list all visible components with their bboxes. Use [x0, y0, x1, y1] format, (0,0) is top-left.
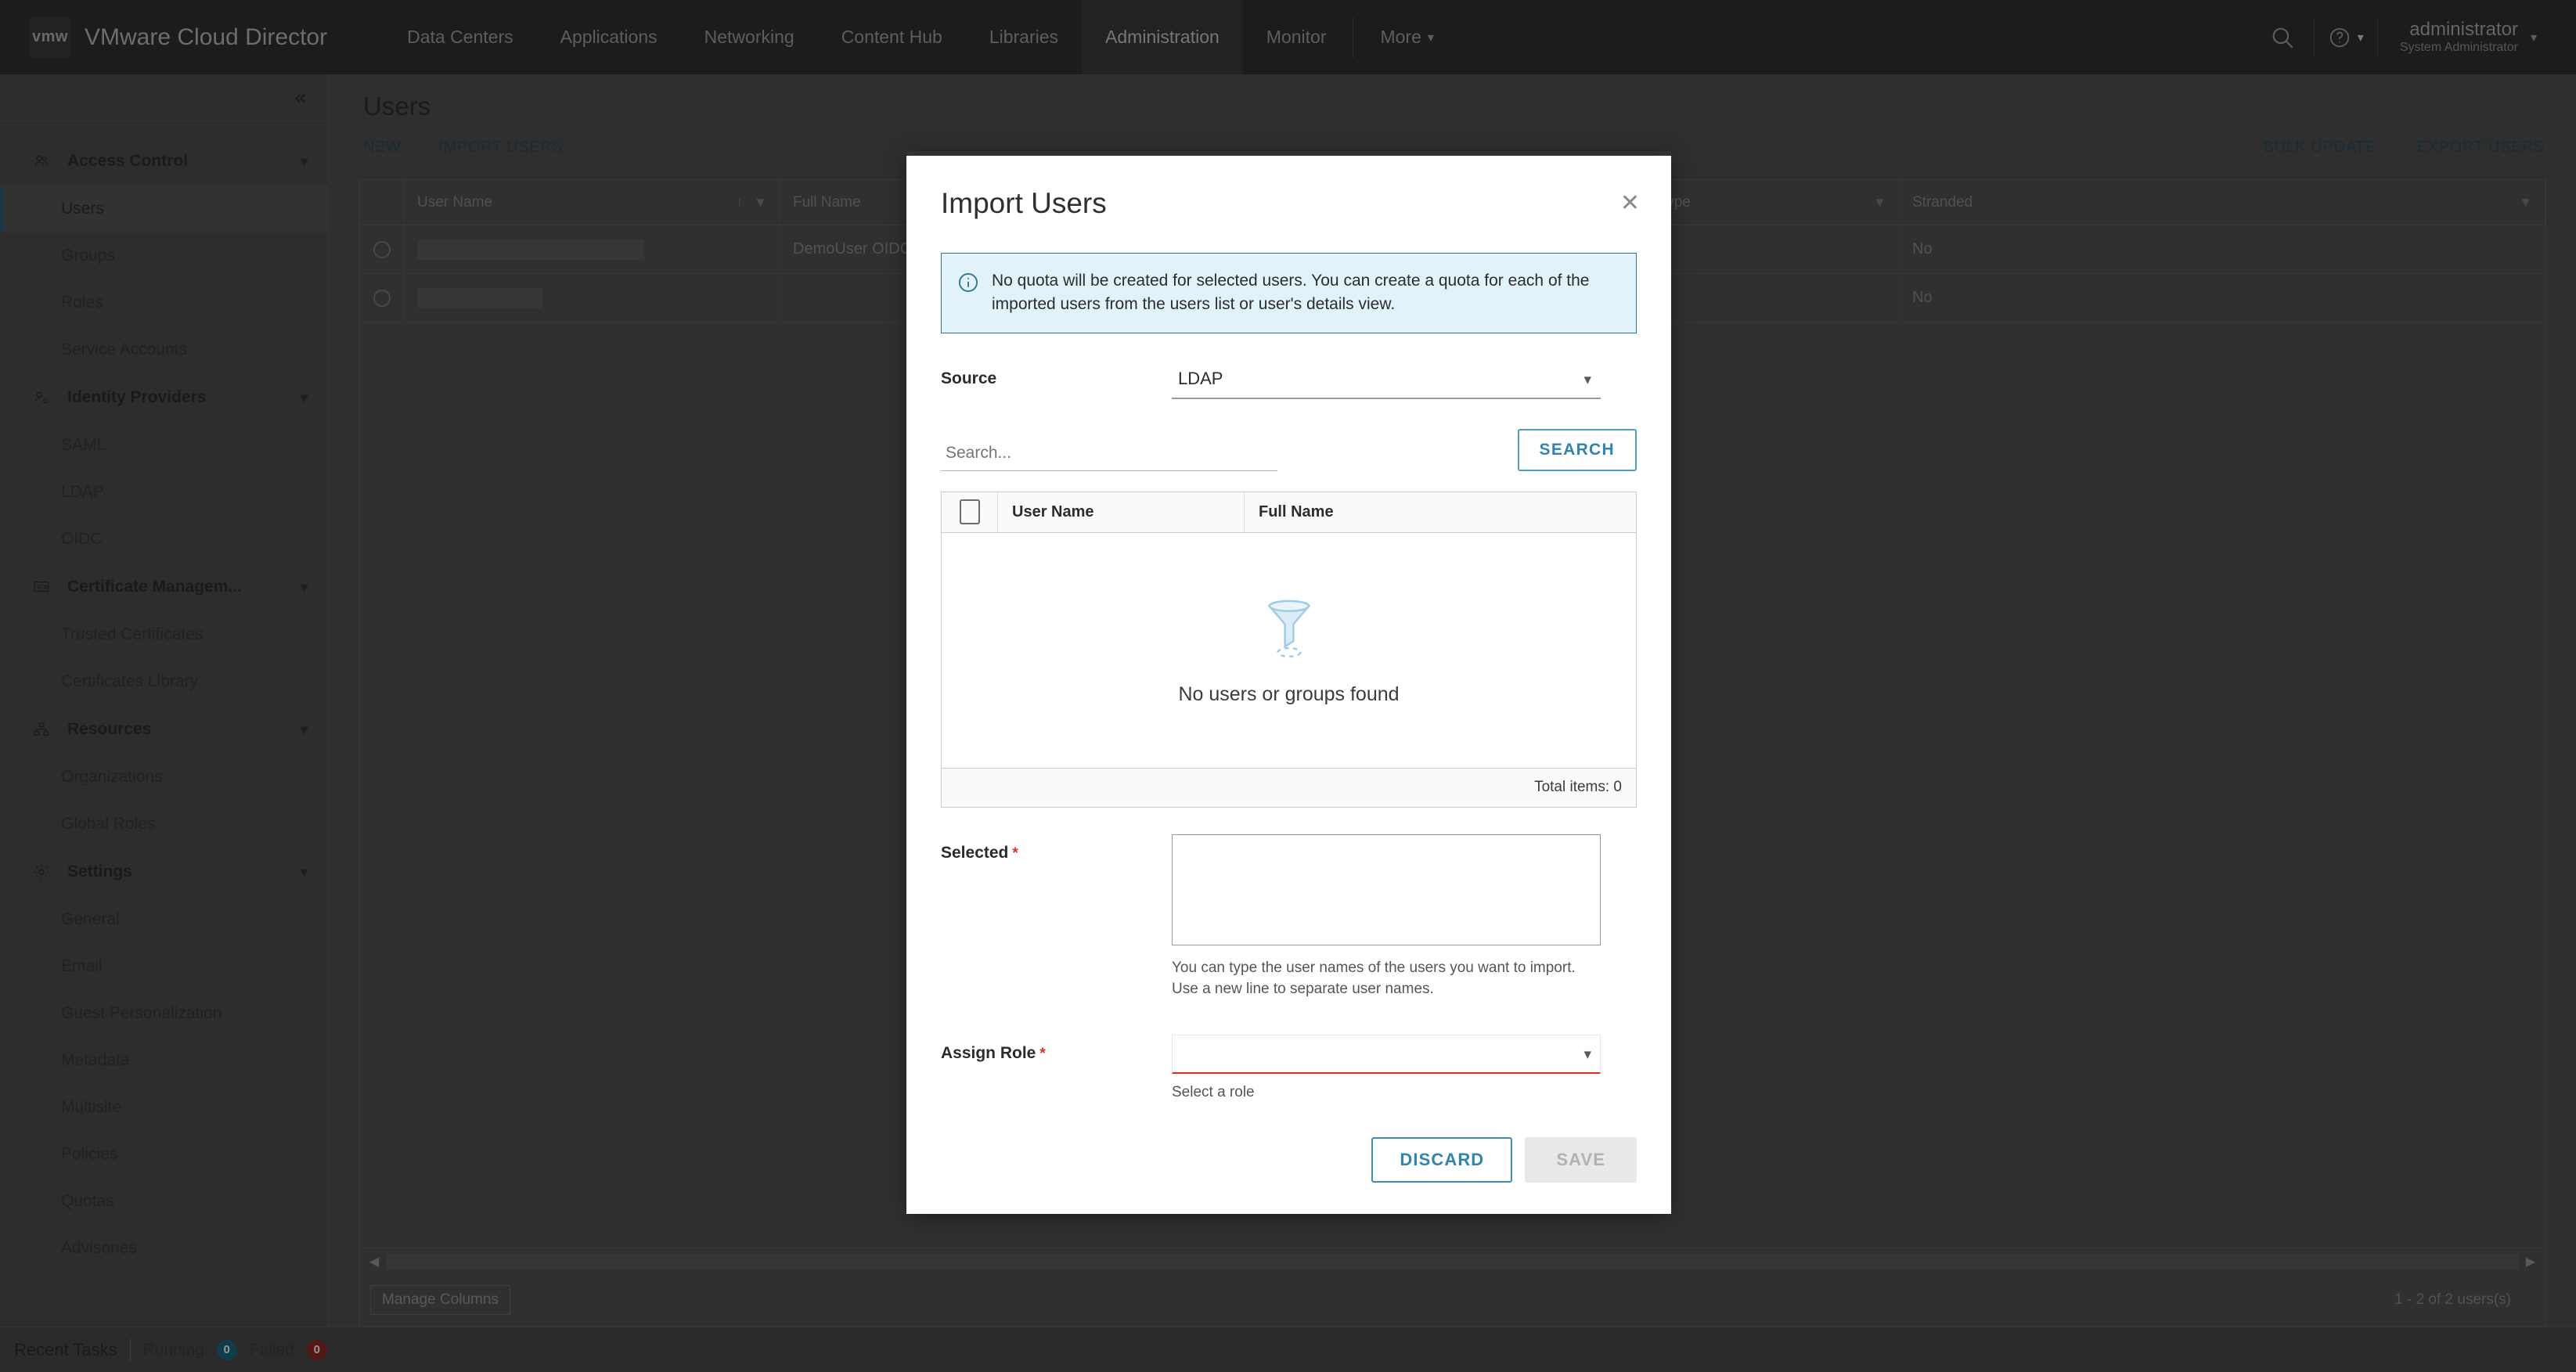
- search-input[interactable]: [941, 438, 1277, 471]
- required-marker: *: [1039, 1045, 1046, 1062]
- chevron-down-icon: ▾: [1583, 1046, 1591, 1063]
- results-table: User Name Full Name No users or groups f…: [941, 491, 1637, 808]
- source-field-row: Source LDAP ▾: [941, 360, 1637, 399]
- selected-label: Selected *: [941, 834, 1172, 862]
- assign-role-label-text: Assign Role: [941, 1043, 1036, 1062]
- assign-role-select[interactable]: [1172, 1034, 1601, 1074]
- modal-body: No quota will be created for selected us…: [906, 220, 1671, 1115]
- selected-hint: You can type the user names of the users…: [1172, 959, 1576, 998]
- modal-header: Import Users ✕: [906, 156, 1671, 220]
- assign-role-label: Assign Role *: [941, 1035, 1172, 1063]
- empty-state-text: No users or groups found: [1178, 682, 1400, 705]
- selected-label-text: Selected: [941, 843, 1009, 862]
- source-select-wrapper[interactable]: LDAP ▾: [1172, 360, 1601, 399]
- close-icon[interactable]: ✕: [1620, 187, 1640, 215]
- modal-title: Import Users: [941, 187, 1107, 219]
- assign-role-error-text: Select a role: [1172, 1083, 1255, 1100]
- import-users-modal: Import Users ✕ No quota will be created …: [906, 151, 1671, 1214]
- modal-footer: DISCARD SAVE: [906, 1115, 1671, 1214]
- selected-field-row: Selected * You can type the user names of…: [941, 834, 1637, 1000]
- info-alert-text: No quota will be created for selected us…: [992, 272, 1590, 314]
- assign-role-field-row: Assign Role * ▾ Select a role: [941, 1034, 1637, 1104]
- info-alert: No quota will be created for selected us…: [941, 253, 1637, 333]
- chevron-down-icon: ▾: [1583, 371, 1591, 388]
- checkbox-icon[interactable]: [959, 499, 980, 525]
- results-column-full-name: Full Name: [1259, 502, 1334, 520]
- source-select[interactable]: LDAP: [1172, 360, 1601, 399]
- selected-users-textarea[interactable]: [1172, 834, 1601, 945]
- source-label: Source: [941, 369, 997, 387]
- results-column-user-name: User Name: [998, 492, 1245, 532]
- info-icon: [957, 272, 979, 293]
- results-total-items: Total items: 0: [942, 767, 1636, 807]
- results-table-header: User Name Full Name: [942, 492, 1636, 533]
- discard-button[interactable]: DISCARD: [1371, 1137, 1513, 1183]
- funnel-icon: [1260, 595, 1318, 666]
- assign-role-select-wrapper[interactable]: ▾: [1172, 1034, 1601, 1074]
- results-empty-state: No users or groups found: [942, 533, 1636, 768]
- select-all-checkbox-cell[interactable]: [942, 492, 998, 532]
- search-button[interactable]: SEARCH: [1517, 428, 1637, 471]
- search-row: SEARCH: [941, 428, 1637, 471]
- save-button[interactable]: SAVE: [1525, 1137, 1637, 1183]
- required-marker: *: [1012, 844, 1018, 862]
